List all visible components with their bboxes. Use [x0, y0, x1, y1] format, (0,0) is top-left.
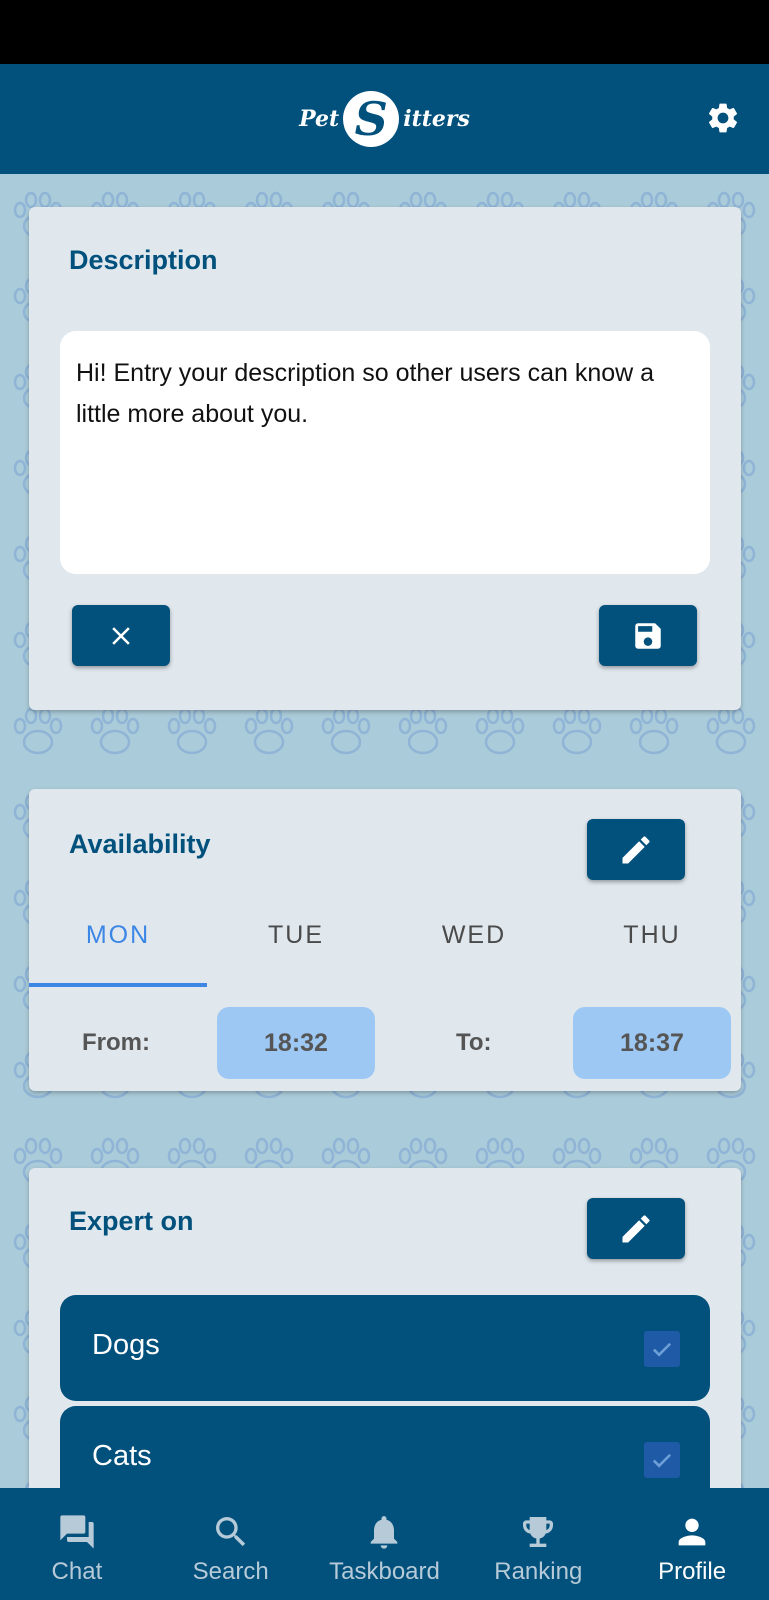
- from-time-chip[interactable]: 18:32: [217, 1007, 375, 1079]
- tab-wed[interactable]: WED: [385, 907, 563, 987]
- close-icon: [112, 626, 130, 645]
- edit-availability-button[interactable]: [587, 819, 685, 880]
- bell-icon: [371, 1516, 398, 1549]
- nav-search[interactable]: Search: [154, 1488, 308, 1600]
- description-card: Description Hi! Entry your description s…: [29, 207, 741, 710]
- to-label: To:: [456, 1029, 492, 1056]
- availability-title: Availability: [69, 829, 211, 859]
- day-tabs: MON TUE WED THU: [29, 907, 741, 987]
- tab-label: TUE: [268, 921, 324, 949]
- pet-sitters-logo: Pet S itters: [299, 91, 470, 147]
- nav-label: Search: [192, 1558, 269, 1585]
- tab-tue[interactable]: TUE: [207, 907, 385, 987]
- save-button[interactable]: [599, 605, 697, 666]
- expert-card: Expert on Dogs Cats: [29, 1168, 741, 1512]
- logo-emblem: S: [343, 91, 400, 147]
- tab-mon[interactable]: MON: [29, 907, 207, 987]
- trophy-icon: [523, 1517, 554, 1547]
- nav-taskboard[interactable]: Taskboard: [308, 1488, 462, 1600]
- cats-checkbox[interactable]: [644, 1442, 680, 1478]
- from-label: From:: [82, 1029, 150, 1056]
- tab-indicator: [29, 983, 207, 987]
- nav-label: Chat: [51, 1558, 103, 1585]
- tab-thu[interactable]: THU: [563, 907, 741, 987]
- description-textarea[interactable]: Hi! Entry your description so other user…: [60, 331, 710, 574]
- check-icon: [652, 1342, 672, 1357]
- nav-label: Profile: [658, 1558, 727, 1585]
- to-time-chip[interactable]: 18:37: [573, 1007, 731, 1079]
- nav-label: Taskboard: [329, 1558, 440, 1585]
- expert-item-label: Dogs: [92, 1329, 160, 1361]
- status-bar: [0, 0, 769, 64]
- logo-letter: S: [354, 92, 388, 146]
- nav-ranking[interactable]: Ranking: [461, 1488, 615, 1600]
- expert-title: Expert on: [69, 1206, 194, 1236]
- dogs-checkbox[interactable]: [644, 1331, 680, 1367]
- tab-label: THU: [623, 921, 681, 949]
- floppy-disk-icon: [635, 622, 661, 649]
- tab-label: MON: [85, 921, 151, 949]
- cancel-button[interactable]: [72, 605, 170, 666]
- to-time-value: 18:37: [620, 1028, 684, 1057]
- check-icon: [652, 1453, 672, 1468]
- from-time-value: 18:32: [264, 1028, 328, 1057]
- pencil-icon: [622, 1214, 650, 1242]
- app-header: Pet S itters: [0, 64, 769, 174]
- gear-icon[interactable]: [705, 100, 741, 136]
- availability-card: Availability MON TUE WED THU From: 18:32…: [29, 789, 741, 1091]
- logo-text-left: Pet: [299, 106, 340, 132]
- tab-label: WED: [441, 921, 507, 949]
- nav-profile[interactable]: Profile: [615, 1488, 769, 1600]
- chat-icon: [60, 1515, 94, 1549]
- pencil-icon: [622, 835, 650, 863]
- logo-text-right: itters: [403, 106, 470, 132]
- nav-label: Ranking: [494, 1558, 583, 1585]
- search-icon: [215, 1517, 245, 1547]
- nav-chat[interactable]: Chat: [0, 1488, 154, 1600]
- expert-item-label: Cats: [92, 1440, 152, 1472]
- description-title: Description: [69, 245, 218, 275]
- expert-item-dogs[interactable]: Dogs: [60, 1295, 710, 1401]
- person-icon: [678, 1518, 706, 1546]
- description-text: Hi! Entry your description so other user…: [76, 359, 655, 428]
- bottom-nav: Chat Search Taskboard Ranking Profile: [0, 1488, 769, 1600]
- edit-expert-button[interactable]: [587, 1198, 685, 1259]
